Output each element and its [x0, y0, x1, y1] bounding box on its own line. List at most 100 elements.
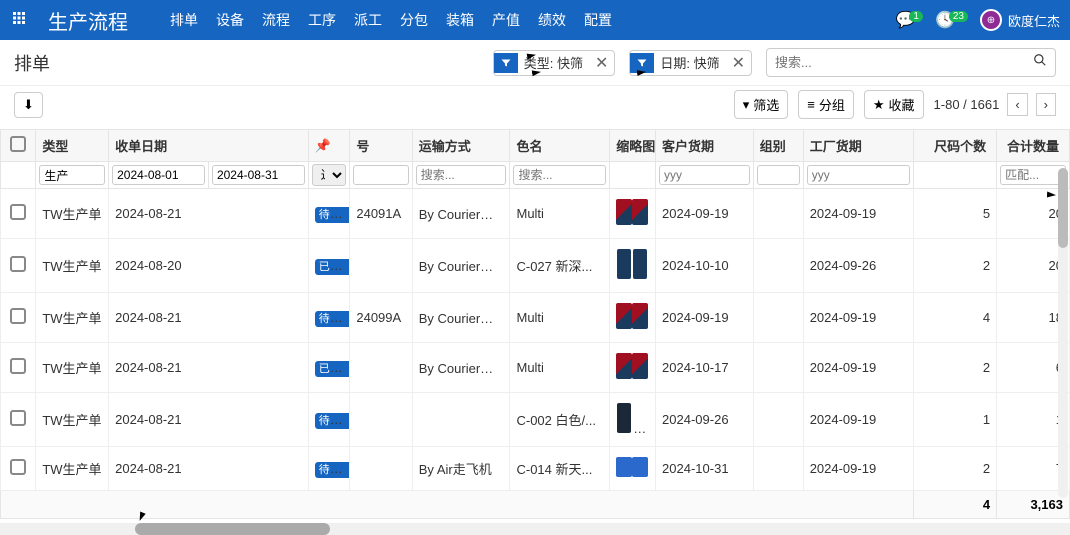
cell-sizes: 5: [913, 189, 996, 239]
menu-item[interactable]: 派工: [354, 10, 382, 30]
cell-date: 2024-08-21: [109, 189, 309, 239]
cell-cust-date: 2024-09-26: [656, 393, 754, 447]
menu-item[interactable]: 产值: [492, 10, 520, 30]
pager-next-button[interactable]: ›: [1036, 93, 1056, 116]
cell-transport: By Courier走...: [412, 343, 510, 393]
cell-color: Multi: [510, 343, 610, 393]
col-select[interactable]: [1, 130, 36, 162]
cell-status: 待确认: [308, 393, 350, 447]
user-menu[interactable]: ⊕ 欧度仁杰: [980, 9, 1060, 31]
filter-date-from[interactable]: [112, 165, 205, 185]
table-row[interactable]: TW生产单2024-08-21待确认24091ABy Courier走...Mu…: [1, 189, 1070, 239]
cell-type: TW生产单: [36, 239, 109, 293]
pager-prev-button[interactable]: ‹: [1007, 93, 1027, 116]
cell-group: [753, 189, 803, 239]
cell-cust-date: 2024-10-31: [656, 447, 754, 491]
row-checkbox[interactable]: [10, 256, 26, 272]
filter-transport[interactable]: [416, 165, 507, 185]
cell-thumb: [610, 343, 656, 393]
table-row[interactable]: TW生产单2024-08-20已确认By Courier走...C-027 新深…: [1, 239, 1070, 293]
row-checkbox[interactable]: [10, 410, 26, 426]
cell-cust-date: 2024-09-19: [656, 189, 754, 239]
cell-status: 待确认: [308, 447, 350, 491]
filter-icon: [494, 53, 518, 73]
search-icon[interactable]: [1033, 53, 1047, 72]
col-color[interactable]: 色名: [510, 130, 610, 162]
col-order-no[interactable]: 号: [350, 130, 412, 162]
cell-thumb: [610, 293, 656, 343]
group-button[interactable]: ≡ 分组: [798, 90, 854, 119]
col-factory-date[interactable]: 工厂货期: [803, 130, 913, 162]
favorite-button[interactable]: ★ 收藏: [864, 90, 924, 119]
close-icon[interactable]: ✕: [589, 51, 614, 75]
activity-icon[interactable]: 🕓23: [935, 10, 968, 30]
cell-status: 待确认: [308, 293, 350, 343]
top-menu: 排单 设备 流程 工序 派工 分包 装箱 产值 绩效 配置: [170, 10, 612, 30]
menu-item[interactable]: 绩效: [538, 10, 566, 30]
filter-icon: [630, 53, 654, 73]
filter-date-to[interactable]: [212, 165, 305, 185]
row-checkbox[interactable]: [10, 204, 26, 220]
menu-item[interactable]: 设备: [216, 10, 244, 30]
filter-color[interactable]: [513, 165, 606, 185]
menu-item[interactable]: 分包: [400, 10, 428, 30]
cell-transport: By Courier走...: [412, 189, 510, 239]
filter-button[interactable]: ▾ 筛选: [734, 90, 789, 119]
cell-sizes: 4: [913, 293, 996, 343]
vertical-scrollbar[interactable]: [1058, 168, 1068, 498]
row-checkbox[interactable]: [10, 459, 26, 475]
cell-date: 2024-08-21: [109, 447, 309, 491]
cell-cust-date: 2024-10-10: [656, 239, 754, 293]
col-group[interactable]: 组别: [753, 130, 803, 162]
cell-transport: By Courier走...: [412, 293, 510, 343]
close-icon[interactable]: ✕: [726, 51, 751, 75]
filter-group[interactable]: [757, 165, 800, 185]
filter-type[interactable]: [39, 165, 105, 185]
table-row[interactable]: TW生产单2024-08-21待确认By Air走飞机C-014 新天...20…: [1, 447, 1070, 491]
filter-cust-date[interactable]: [659, 165, 750, 185]
subheader: 排单 类型: 快筛 ✕ 日期: 快筛 ✕: [0, 40, 1070, 86]
col-pin[interactable]: 📌: [308, 130, 350, 162]
filter-factory-date[interactable]: [807, 165, 910, 185]
menu-item[interactable]: 装箱: [446, 10, 474, 30]
col-size-count[interactable]: 尺码个数: [913, 130, 996, 162]
col-qty[interactable]: 合计数量: [997, 130, 1070, 162]
col-receive-date[interactable]: 收单日期: [109, 130, 309, 162]
cell-type: TW生产单: [36, 343, 109, 393]
filter-status[interactable]: 过: [312, 164, 347, 186]
chat-badge: 1: [909, 11, 923, 22]
search-input[interactable]: [775, 55, 1027, 70]
cell-sizes: 2: [913, 447, 996, 491]
col-type[interactable]: 类型: [36, 130, 109, 162]
menu-item[interactable]: 配置: [584, 10, 612, 30]
filter-tag-type[interactable]: 类型: 快筛 ✕: [493, 50, 616, 76]
menu-item[interactable]: 排单: [170, 10, 198, 30]
apps-icon[interactable]: [10, 9, 28, 32]
search-box[interactable]: [766, 48, 1056, 77]
filter-qty[interactable]: [1000, 165, 1066, 185]
table-row[interactable]: TW生产单2024-08-21待确认24099ABy Courier走...Mu…: [1, 293, 1070, 343]
filter-tag-date[interactable]: 日期: 快筛 ✕: [629, 50, 752, 76]
cell-factory-date: 2024-09-19: [803, 393, 913, 447]
filter-order[interactable]: [353, 165, 408, 185]
col-cust-date[interactable]: 客户货期: [656, 130, 754, 162]
menu-item[interactable]: 流程: [262, 10, 290, 30]
col-thumb[interactable]: 缩略图: [610, 130, 656, 162]
cell-date: 2024-08-21: [109, 293, 309, 343]
toolbar: ⬇ ▾ 筛选 ≡ 分组 ★ 收藏 1-80 / 1661 ‹ ›: [0, 86, 1070, 129]
table-row[interactable]: TW生产单2024-08-21已确认By Courier走...Multi202…: [1, 343, 1070, 393]
cell-transport: By Air走飞机: [412, 447, 510, 491]
page-title: 排单: [14, 50, 50, 76]
col-transport[interactable]: 运输方式: [412, 130, 510, 162]
horizontal-scrollbar[interactable]: [0, 523, 1070, 535]
table-row[interactable]: TW生产单2024-08-21待确认C-002 白色/...2024-09-26…: [1, 393, 1070, 447]
cell-date: 2024-08-21: [109, 343, 309, 393]
top-nav: 生产流程 排单 设备 流程 工序 派工 分包 装箱 产值 绩效 配置 💬1 🕓2…: [0, 0, 1070, 40]
cell-sizes: 2: [913, 343, 996, 393]
row-checkbox[interactable]: [10, 308, 26, 324]
chat-icon[interactable]: 💬1: [895, 10, 922, 30]
cell-order: [350, 393, 412, 447]
menu-item[interactable]: 工序: [308, 10, 336, 30]
row-checkbox[interactable]: [10, 358, 26, 374]
download-button[interactable]: ⬇: [14, 92, 43, 118]
